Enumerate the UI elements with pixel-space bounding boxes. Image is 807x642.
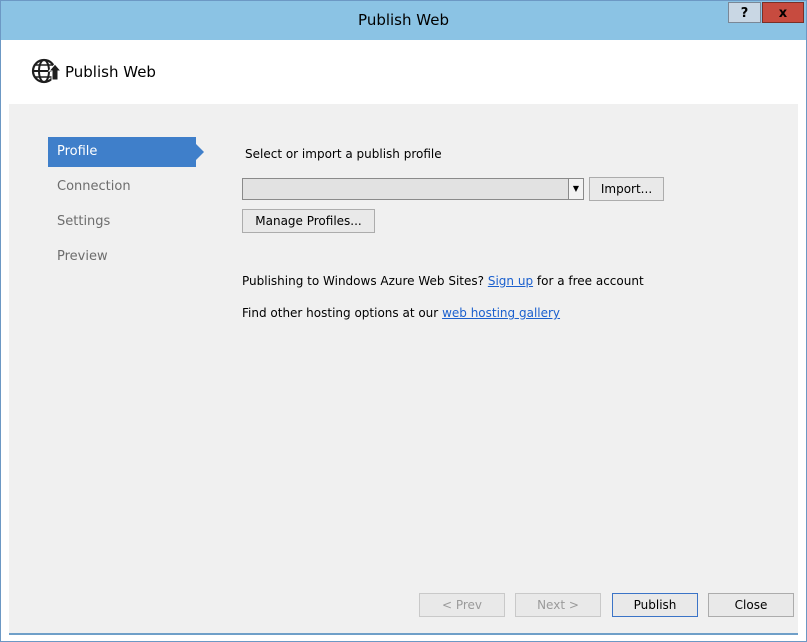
title-bar: Publish Web ? x xyxy=(1,1,806,40)
nav-item-preview[interactable]: Preview xyxy=(48,242,196,272)
sign-up-link[interactable]: Sign up xyxy=(488,274,533,288)
hosting-options-prefix: Find other hosting options at our xyxy=(242,306,439,320)
nav-item-profile[interactable]: Profile xyxy=(48,137,204,167)
azure-promo-prefix: Publishing to Windows Azure Web Sites? xyxy=(242,274,485,288)
publish-button[interactable]: Publish xyxy=(612,593,698,617)
globe-arrow-icon xyxy=(31,58,63,84)
import-button[interactable]: Import... xyxy=(589,177,664,201)
close-button[interactable]: Close xyxy=(708,593,794,617)
azure-promo-suffix: for a free account xyxy=(536,274,644,288)
manage-profiles-button[interactable]: Manage Profiles... xyxy=(242,209,375,233)
dialog-header: Publish Web xyxy=(9,41,798,104)
web-hosting-gallery-link[interactable]: web hosting gallery xyxy=(442,306,560,320)
help-button[interactable]: ? xyxy=(728,2,761,23)
next-button[interactable]: Next > xyxy=(515,593,601,617)
nav-item-connection[interactable]: Connection xyxy=(48,172,196,202)
close-window-button[interactable]: x xyxy=(762,2,804,23)
window-title: Publish Web xyxy=(358,11,449,29)
dialog-content: Profile Connection Settings Preview Sele… xyxy=(9,104,798,635)
prev-button[interactable]: < Prev xyxy=(419,593,505,617)
profile-select[interactable]: ▼ xyxy=(242,178,584,200)
hosting-options-text: Find other hosting options at our web ho… xyxy=(242,306,560,320)
select-profile-label: Select or import a publish profile xyxy=(245,147,442,161)
nav-item-settings[interactable]: Settings xyxy=(48,207,196,237)
dropdown-arrow-icon[interactable]: ▼ xyxy=(568,179,583,199)
publish-web-window: Publish Web ? x Publish Web Profile Conn… xyxy=(0,0,807,642)
azure-promo-text: Publishing to Windows Azure Web Sites? S… xyxy=(242,274,644,288)
header-title: Publish Web xyxy=(65,63,156,81)
